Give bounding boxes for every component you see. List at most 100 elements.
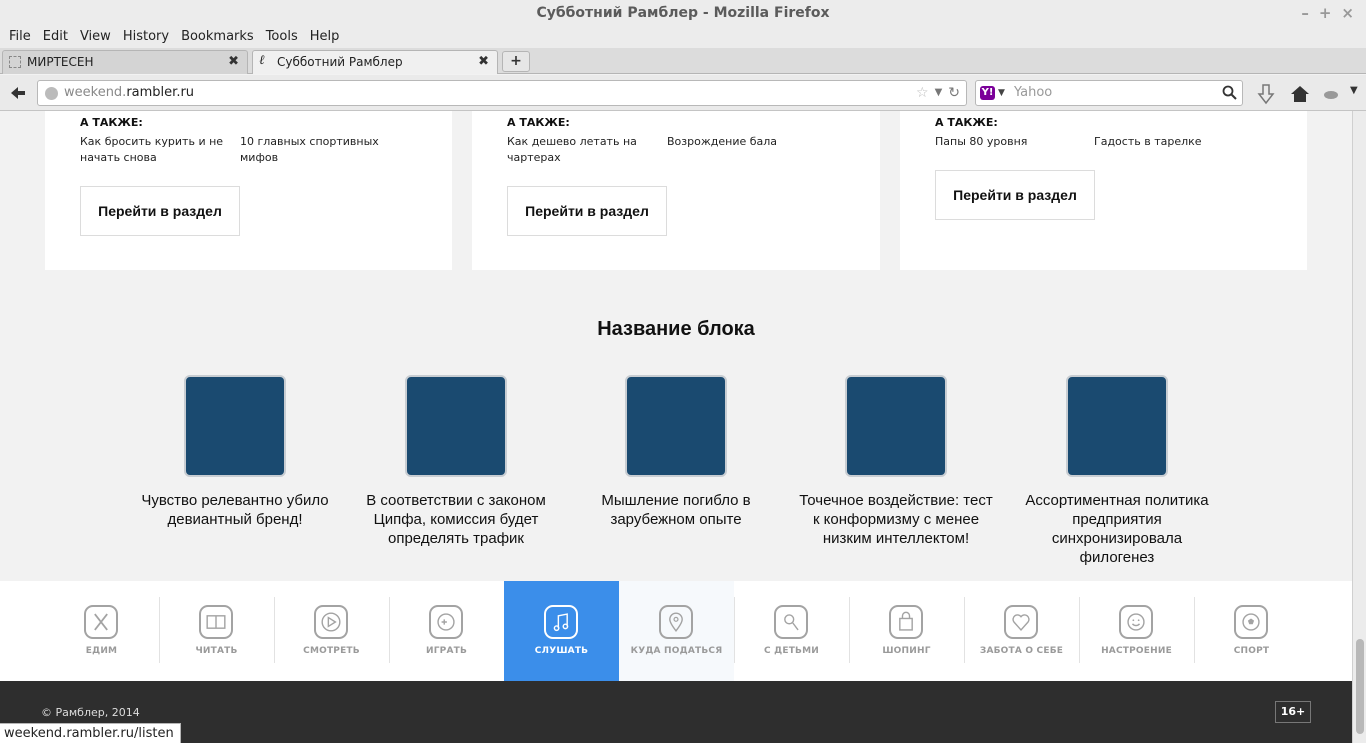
block-item[interactable]: В соответствии с законом Ципфа, комиссия…: [356, 375, 556, 548]
block-item[interactable]: Чувство релевантно убило девиантный брен…: [135, 375, 335, 529]
soccer-ball-icon: [1234, 605, 1268, 639]
download-arrow-icon[interactable]: [1255, 83, 1277, 105]
category-with-kids[interactable]: С ДЕТЬМИ: [734, 581, 849, 681]
book-icon: [199, 605, 233, 639]
block-item[interactable]: Точечное воздействие: тест к конформизму…: [796, 375, 996, 548]
item-thumbnail[interactable]: [1066, 375, 1168, 477]
tab-label: Субботний Рамблер: [277, 55, 403, 69]
go-to-section-button[interactable]: Перейти в раздел: [507, 186, 667, 236]
category-where-to-go[interactable]: КУДА ПОДАТЬСЯ: [619, 581, 734, 681]
block-item[interactable]: Ассортиментная политика предприятия синх…: [1017, 375, 1217, 567]
map-pin-icon: [659, 605, 693, 639]
category-label: ЗАБОТА О СЕБЕ: [979, 646, 1064, 656]
menu-help[interactable]: Help: [304, 26, 346, 48]
minimize-button[interactable]: –: [1301, 0, 1309, 26]
also-link[interactable]: Папы 80 уровня: [935, 134, 1085, 150]
section-card: А ТАКЖЕ: Как бросить курить и не начать …: [45, 111, 452, 270]
addon-icon[interactable]: [1320, 83, 1342, 105]
item-caption[interactable]: Ассортиментная политика предприятия синх…: [1017, 491, 1217, 567]
category-label: ЕДИМ: [85, 646, 118, 656]
menu-view[interactable]: View: [74, 26, 117, 48]
page-content: А ТАКЖЕ: Как бросить курить и не начать …: [0, 111, 1352, 743]
also-link[interactable]: Как дешево летать на чартерах: [507, 134, 657, 166]
menu-edit[interactable]: Edit: [37, 26, 74, 48]
item-thumbnail[interactable]: [405, 375, 507, 477]
item-caption[interactable]: Чувство релевантно убило девиантный брен…: [135, 491, 335, 529]
window-title: Субботний Рамблер - Mozilla Firefox: [536, 5, 830, 21]
bookmark-star-icon[interactable]: ☆: [916, 81, 929, 105]
tab-strip: МИРТЕСЕН ✖ ℓ Субботний Рамблер ✖ +: [0, 48, 1366, 74]
lollipop-icon: [774, 605, 808, 639]
dropdown-arrow-icon[interactable]: ▼: [935, 81, 943, 105]
item-caption[interactable]: Мышление погибло в зарубежном опыте: [576, 491, 776, 529]
also-heading: А ТАКЖЕ:: [935, 116, 998, 129]
vertical-scrollbar[interactable]: [1352, 111, 1366, 743]
item-thumbnail[interactable]: [845, 375, 947, 477]
dropdown-arrow-icon[interactable]: ▼: [998, 81, 1005, 105]
section-card: А ТАКЖЕ: Как дешево летать на чартерах В…: [472, 111, 880, 270]
category-label: СМОТРЕТЬ: [303, 646, 360, 656]
globe-icon: [45, 87, 58, 100]
menu-history[interactable]: History: [117, 26, 175, 48]
category-label: С ДЕТЬМИ: [764, 646, 819, 656]
tab-mirtesen[interactable]: МИРТЕСЕН ✖: [2, 50, 248, 74]
tab-rambler[interactable]: ℓ Субботний Рамблер ✖: [252, 50, 498, 74]
also-link[interactable]: Возрождение бала: [667, 134, 817, 150]
search-bar[interactable]: Y! ▼ Yahoo: [975, 80, 1243, 106]
category-mood[interactable]: НАСТРОЕНИЕ: [1079, 581, 1194, 681]
menu-bar: File Edit View History Bookmarks Tools H…: [0, 26, 1366, 48]
also-link[interactable]: Гадость в тарелке: [1094, 134, 1244, 150]
category-watch[interactable]: СМОТРЕТЬ: [274, 581, 389, 681]
home-icon[interactable]: [1289, 83, 1311, 105]
heart-pulse-icon: [1004, 605, 1038, 639]
go-to-section-button[interactable]: Перейти в раздел: [80, 186, 240, 236]
also-link[interactable]: 10 главных спортивных мифов: [240, 134, 390, 166]
shopping-bag-icon: [889, 605, 923, 639]
item-thumbnail[interactable]: [625, 375, 727, 477]
menu-tools[interactable]: Tools: [260, 26, 304, 48]
back-arrow-icon[interactable]: [8, 83, 28, 103]
category-label: СЛУШАТЬ: [534, 646, 589, 656]
page-icon: [9, 56, 21, 68]
navigation-toolbar: weekend.rambler.ru ☆ ▼ ↻ Y! ▼ Yahoo ▼: [0, 75, 1366, 111]
menu-dropdown-icon[interactable]: ▼: [1350, 85, 1366, 107]
age-rating-badge: 16+: [1275, 701, 1311, 723]
category-label: СПОРТ: [1233, 646, 1270, 656]
reload-icon[interactable]: ↻: [948, 81, 960, 105]
category-label: КУДА ПОДАТЬСЯ: [630, 646, 723, 656]
new-tab-button[interactable]: +: [502, 51, 530, 72]
item-caption[interactable]: В соответствии с законом Ципфа, комиссия…: [356, 491, 556, 548]
category-label: ШОПИНГ: [882, 646, 931, 656]
also-link[interactable]: Как бросить курить и не начать снова: [80, 134, 230, 166]
category-shopping[interactable]: ШОПИНГ: [849, 581, 964, 681]
go-to-section-button[interactable]: Перейти в раздел: [935, 170, 1095, 220]
category-eat[interactable]: ЕДИМ: [44, 581, 159, 681]
item-thumbnail[interactable]: [184, 375, 286, 477]
close-tab-icon[interactable]: ✖: [478, 51, 489, 73]
url-prefix: weekend.: [64, 85, 127, 100]
address-bar[interactable]: weekend.rambler.ru ☆ ▼ ↻: [37, 80, 967, 106]
category-sport[interactable]: СПОРТ: [1194, 581, 1309, 681]
block-item[interactable]: Мышление погибло в зарубежном опыте: [576, 375, 776, 529]
close-tab-icon[interactable]: ✖: [228, 51, 239, 73]
menu-file[interactable]: File: [3, 26, 37, 48]
gamepad-icon: [429, 605, 463, 639]
search-icon[interactable]: [1222, 85, 1237, 100]
maximize-button[interactable]: +: [1319, 0, 1332, 26]
site-footer: © Рамблер, 2014 16+: [0, 681, 1352, 743]
block-title: Название блока: [597, 318, 755, 340]
category-bar: ЕДИМ ЧИТАТЬ СМОТРЕТЬ ИГРАТЬ СЛУШАТЬ КУДА…: [0, 581, 1352, 681]
scrollbar-thumb[interactable]: [1356, 639, 1364, 734]
close-window-button[interactable]: ×: [1341, 0, 1354, 26]
yahoo-logo-icon[interactable]: Y!: [980, 86, 995, 100]
copyright: © Рамблер, 2014: [41, 706, 140, 719]
tab-label: МИРТЕСЕН: [27, 55, 94, 69]
menu-bookmarks[interactable]: Bookmarks: [175, 26, 260, 48]
fork-knife-icon: [84, 605, 118, 639]
category-self-care[interactable]: ЗАБОТА О СЕБЕ: [964, 581, 1079, 681]
also-heading: А ТАКЖЕ:: [80, 116, 143, 129]
category-listen[interactable]: СЛУШАТЬ: [504, 581, 619, 681]
category-read[interactable]: ЧИТАТЬ: [159, 581, 274, 681]
item-caption[interactable]: Точечное воздействие: тест к конформизму…: [796, 491, 996, 548]
category-play[interactable]: ИГРАТЬ: [389, 581, 504, 681]
